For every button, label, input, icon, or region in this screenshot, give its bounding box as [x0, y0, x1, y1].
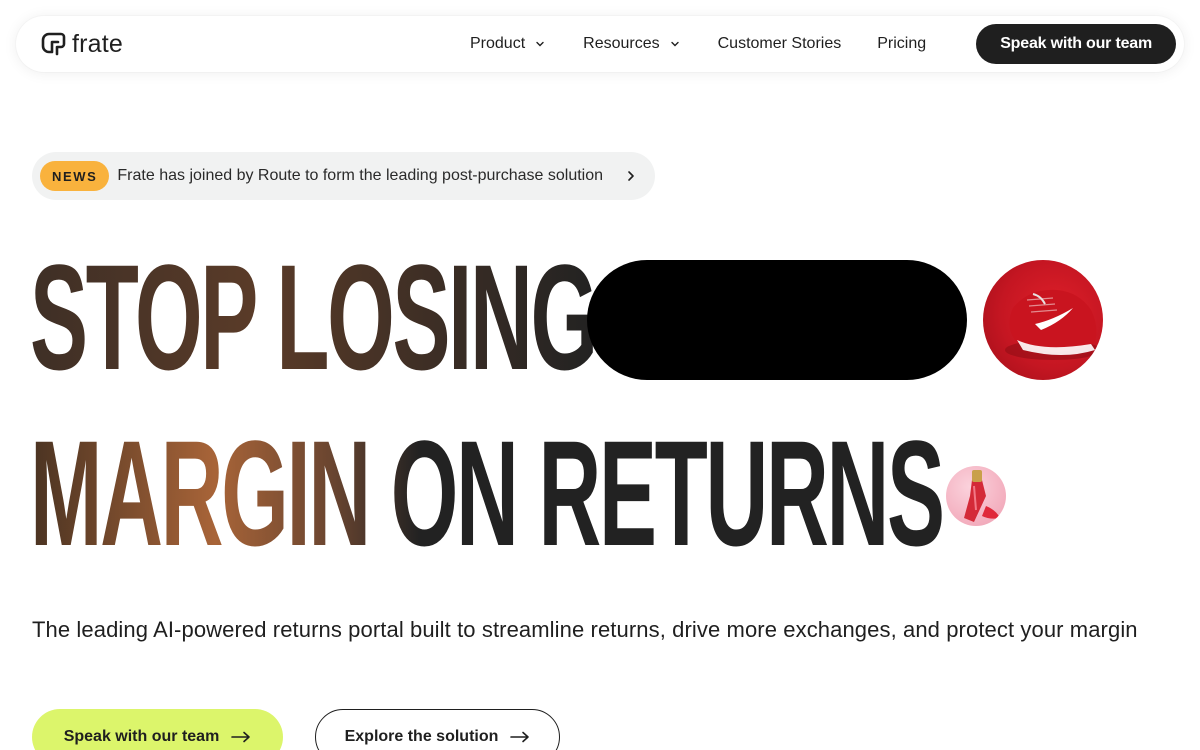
headline-line-2: MARGIN ON RETURNS: [30, 418, 945, 568]
brand-name: frate: [72, 30, 124, 58]
button-label: Speak with our team: [63, 728, 220, 745]
news-text: Frate has joined by Route to form the le…: [117, 167, 604, 184]
arrow-right-icon: [231, 731, 251, 743]
nav-item-label: Product: [470, 35, 526, 52]
frate-logo-icon: [41, 32, 66, 56]
headline-line-2-end: RETURNS: [538, 409, 945, 577]
news-announcement[interactable]: NEWS Frate has joined by Route to form t…: [32, 152, 655, 200]
arrow-right-icon: [510, 731, 530, 743]
pink-lip-gloss-image: [946, 466, 1006, 526]
speak-with-team-nav-button[interactable]: Speak with our team: [976, 24, 1176, 64]
nav-item-label: Resources: [583, 35, 660, 52]
news-badge: NEWS: [40, 161, 110, 191]
headline-line-1: STOP LOSING: [30, 233, 598, 401]
nav-item-label: Pricing: [877, 35, 927, 52]
nav-item-label: Customer Stories: [717, 35, 842, 52]
chevron-down-icon: [670, 41, 679, 47]
hero-video-pill: [587, 260, 967, 380]
headline-line-2-accent: MARGIN ON: [30, 409, 519, 577]
chevron-right-icon: [628, 171, 634, 181]
nav-item-resources[interactable]: Resources: [583, 35, 679, 53]
button-label: Explore the solution: [344, 728, 499, 745]
explore-solution-button[interactable]: Explore the solution: [315, 709, 560, 750]
lip-gloss-illustration: [964, 470, 1000, 522]
hero-subtext: The leading AI-powered returns portal bu…: [32, 617, 1138, 642]
red-sneaker-image: [983, 260, 1103, 380]
top-navigation: frate Product Resources Customer Stories…: [16, 16, 1184, 72]
nav-item-pricing[interactable]: Pricing: [877, 35, 926, 53]
sneaker-illustration: [1005, 289, 1101, 360]
brand-logo[interactable]: frate: [40, 30, 123, 58]
speak-with-team-button[interactable]: Speak with our team: [32, 709, 283, 750]
chevron-down-icon: [536, 41, 544, 47]
nav-item-product[interactable]: Product: [470, 35, 545, 53]
nav-item-customer-stories[interactable]: Customer Stories: [718, 35, 842, 53]
nav-links: Product Resources Customer Stories Prici…: [470, 16, 926, 72]
